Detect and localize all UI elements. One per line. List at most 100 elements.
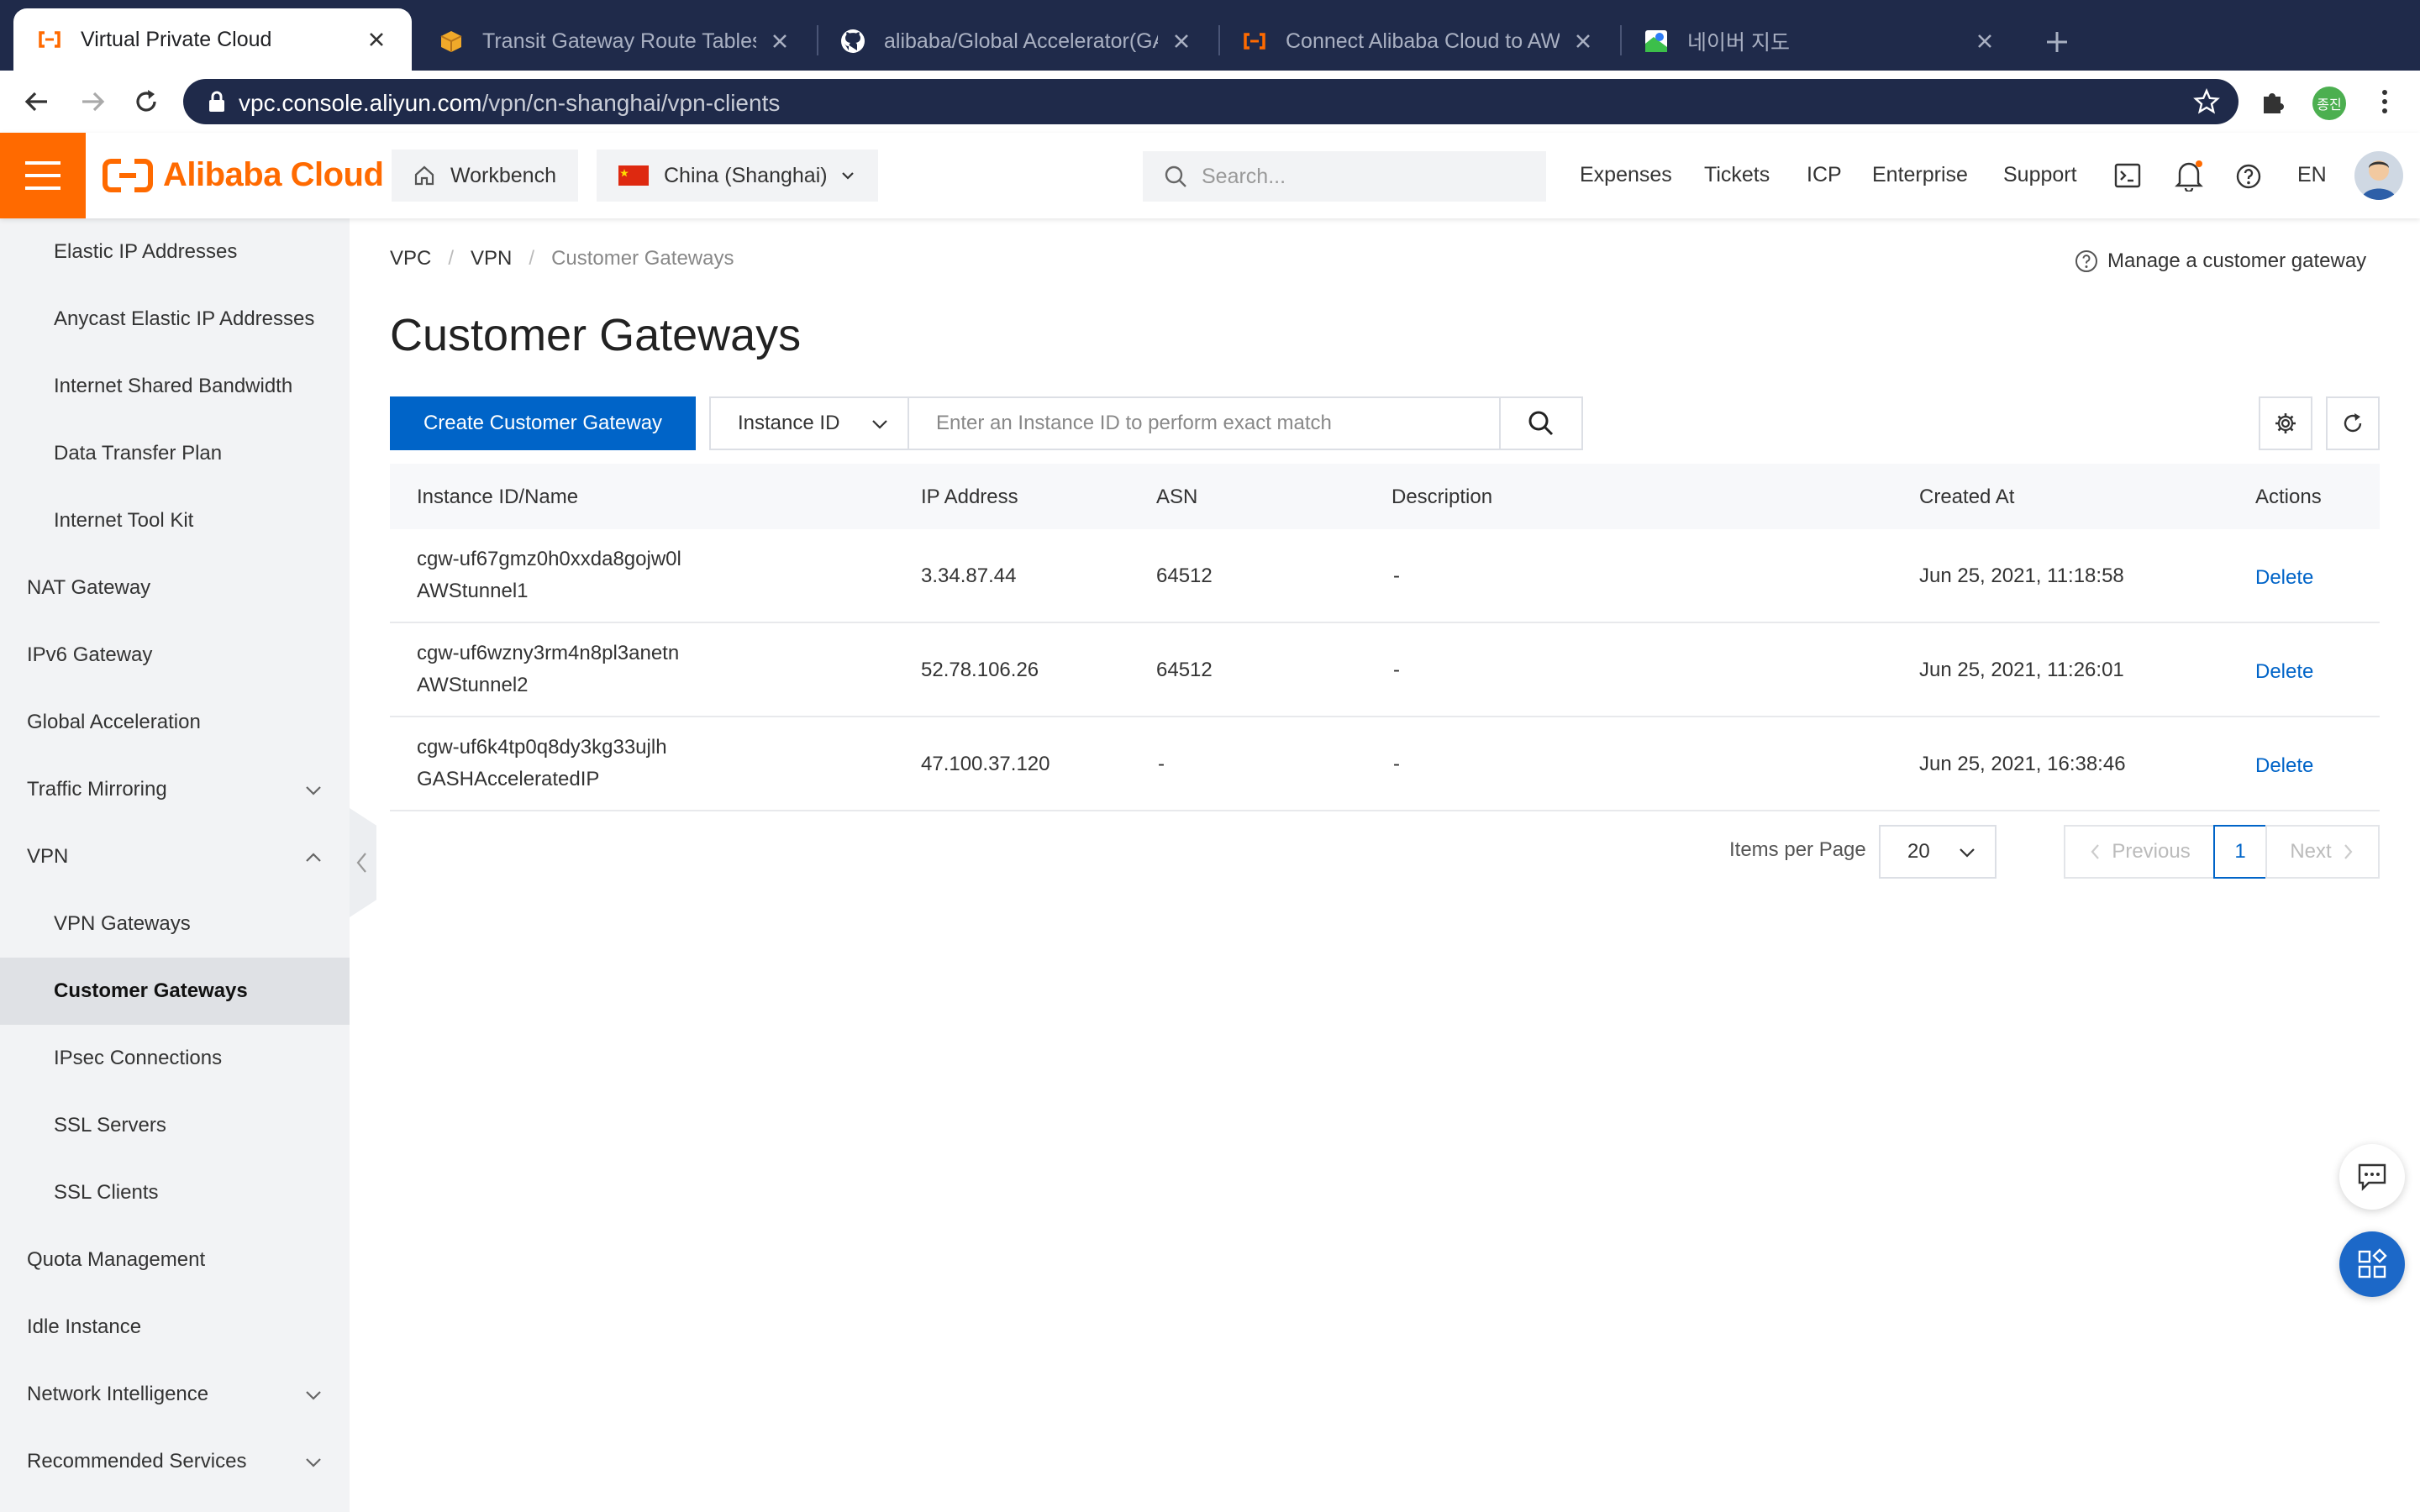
instance-id[interactable]: cgw-uf67gmz0h0xxda8gojw0l <box>417 548 681 571</box>
browser-tab[interactable]: 네이버 지도 <box>1620 12 2020 71</box>
close-icon[interactable] <box>1170 29 1193 53</box>
apps-grid-icon <box>2358 1248 2387 1278</box>
new-tab-icon[interactable] <box>2044 29 2070 55</box>
sidebar-item-label: Elastic IP Addresses <box>54 240 238 263</box>
sidebar-collapse-handle[interactable] <box>350 808 376 917</box>
filter-field-select[interactable]: Instance ID <box>709 396 909 450</box>
asn: 64512 <box>1156 659 1213 681</box>
sidebar-item-anycast-eip[interactable]: Anycast Elastic IP Addresses <box>0 286 350 353</box>
browser-tab-strip: Virtual Private Cloud Transit Gateway Ro… <box>0 0 2420 71</box>
workbench-button[interactable]: Workbench <box>392 150 578 202</box>
delete-link[interactable]: Delete <box>2255 660 2313 684</box>
more-vert-icon[interactable] <box>2370 87 2400 117</box>
sidebar-item-network-intelligence[interactable]: Network Intelligence <box>0 1361 350 1428</box>
sidebar-item-quota-management[interactable]: Quota Management <box>0 1226 350 1294</box>
user-avatar[interactable] <box>2354 151 2403 200</box>
url-text: vpc.console.aliyun.com/vpn/cn-shanghai/v… <box>239 90 780 117</box>
instance-id[interactable]: cgw-uf6k4tp0q8dy3kg33ujlh <box>417 736 667 759</box>
sidebar-item-vpn[interactable]: VPN <box>0 823 350 890</box>
user-avatar-icon <box>2361 160 2396 200</box>
address-bar[interactable]: vpc.console.aliyun.com/vpn/cn-shanghai/v… <box>183 79 2238 124</box>
instance-id[interactable]: cgw-uf6wzny3rm4n8pl3anetn <box>417 642 679 665</box>
sidebar-item-elastic-ip-addresses[interactable]: Elastic IP Addresses <box>0 218 350 286</box>
created-at: Jun 25, 2021, 11:18:58 <box>1919 564 2124 587</box>
sidebar-item-recommended-services[interactable]: Recommended Services <box>0 1428 350 1495</box>
menu-button[interactable] <box>0 133 86 218</box>
alibaba-cloud-logo[interactable]: Alibaba Cloud <box>103 156 384 194</box>
chat-support-button[interactable] <box>2339 1144 2405 1210</box>
reload-icon[interactable] <box>131 87 161 117</box>
browser-tab[interactable]: Connect Alibaba Cloud to AWS <box>1218 12 1618 71</box>
refresh-button[interactable] <box>2326 396 2380 450</box>
sidebar-item-internet-shared-bandwidth[interactable]: Internet Shared Bandwidth <box>0 353 350 420</box>
sidebar-item-label: Data Transfer Plan <box>54 442 223 465</box>
terminal-icon[interactable] <box>2114 163 2141 188</box>
next-page-button[interactable]: Next <box>2265 825 2380 879</box>
breadcrumb-vpc[interactable]: VPC <box>390 247 431 270</box>
page-size-select[interactable]: 20 <box>1879 825 1996 879</box>
sidebar-item-ipv6-gateway[interactable]: IPv6 Gateway <box>0 622 350 689</box>
create-customer-gateway-button[interactable]: Create Customer Gateway <box>390 396 696 450</box>
sidebar-item-idle-instance[interactable]: Idle Instance <box>0 1294 350 1361</box>
browser-tab[interactable]: Transit Gateway Route Tables | <box>415 12 815 71</box>
region-label: China (Shanghai) <box>664 163 828 187</box>
chevron-left-icon <box>2091 844 2100 859</box>
sidebar-item-vpn-gateways[interactable]: VPN Gateways <box>0 890 350 958</box>
sidebar-item-ssl-servers[interactable]: SSL Servers <box>0 1092 350 1159</box>
sidebar-item-label: Internet Tool Kit <box>54 509 194 532</box>
sidebar-item-ipsec-connections[interactable]: IPsec Connections <box>0 1025 350 1092</box>
sidebar-item-internet-tool-kit[interactable]: Internet Tool Kit <box>0 487 350 554</box>
instance-id-search-input[interactable] <box>908 396 1501 450</box>
extensions-puzzle-icon[interactable] <box>2259 87 2289 117</box>
browser-tab-active[interactable]: Virtual Private Cloud <box>13 8 412 71</box>
top-link-tickets[interactable]: Tickets <box>1704 163 1770 187</box>
console-search-input[interactable] <box>1202 164 1538 189</box>
close-icon[interactable] <box>1571 29 1595 53</box>
console-search[interactable] <box>1143 151 1546 202</box>
table-header: Instance ID/Name IP Address ASN Descript… <box>390 464 2380 529</box>
region-selector[interactable]: China (Shanghai) <box>597 150 878 202</box>
back-arrow-icon[interactable] <box>22 87 52 117</box>
sidebar-item-data-transfer-plan[interactable]: Data Transfer Plan <box>0 420 350 487</box>
instance-name: AWStunnel1 <box>417 580 529 602</box>
browser-tab[interactable]: alibaba/Global Accelerator(GA) <box>817 12 1217 71</box>
sidebar-item-traffic-mirroring[interactable]: Traffic Mirroring <box>0 756 350 823</box>
browser-toolbar: vpc.console.aliyun.com/vpn/cn-shanghai/v… <box>0 71 2420 133</box>
description: - <box>1393 753 1400 775</box>
top-link-expenses[interactable]: Expenses <box>1580 163 1672 187</box>
gear-icon <box>2275 413 2296 433</box>
settings-button[interactable] <box>2259 396 2312 450</box>
sidebar-item-global-acceleration[interactable]: Global Acceleration <box>0 689 350 756</box>
sidebar-item-nat-gateway[interactable]: NAT Gateway <box>0 554 350 622</box>
column-header-asn: ASN <box>1156 486 1198 508</box>
instance-name: GASHAcceleratedIP <box>417 768 600 790</box>
close-icon[interactable] <box>1973 29 1996 53</box>
column-header-instance: Instance ID/Name <box>417 486 579 508</box>
help-icon[interactable] <box>2235 163 2262 190</box>
sidebar-item-customer-gateways[interactable]: Customer Gateways <box>0 958 350 1025</box>
delete-link[interactable]: Delete <box>2255 566 2313 590</box>
search-button[interactable] <box>1499 396 1583 450</box>
chevron-right-icon <box>2344 844 2353 859</box>
notification-bell-icon[interactable] <box>2175 160 2203 192</box>
top-link-support[interactable]: Support <box>2003 163 2077 187</box>
close-icon[interactable] <box>768 29 792 53</box>
question-circle-icon <box>2075 250 2097 272</box>
top-link-enterprise[interactable]: Enterprise <box>1872 163 1968 187</box>
quick-apps-button[interactable] <box>2339 1231 2405 1297</box>
page-number-button[interactable]: 1 <box>2213 825 2267 879</box>
breadcrumb-vpn[interactable]: VPN <box>471 247 512 270</box>
tab-title: 네이버 지도 <box>1687 31 1790 55</box>
language-switch[interactable]: EN <box>2297 163 2327 187</box>
bookmark-star-icon[interactable] <box>2193 88 2220 115</box>
profile-avatar[interactable]: 종진 <box>2312 87 2346 120</box>
console-top-bar: Alibaba Cloud Workbench China (Shanghai)… <box>0 133 2420 218</box>
top-link-icp[interactable]: ICP <box>1807 163 1842 187</box>
forward-arrow-icon[interactable] <box>77 87 108 117</box>
manage-customer-gateway-link[interactable]: Manage a customer gateway <box>2074 249 2366 274</box>
delete-link[interactable]: Delete <box>2255 754 2313 778</box>
sidebar-item-ssl-clients[interactable]: SSL Clients <box>0 1159 350 1226</box>
close-icon[interactable] <box>365 28 388 51</box>
tab-title: Virtual Private Cloud <box>81 27 272 51</box>
previous-page-button[interactable]: Previous <box>2064 825 2215 879</box>
